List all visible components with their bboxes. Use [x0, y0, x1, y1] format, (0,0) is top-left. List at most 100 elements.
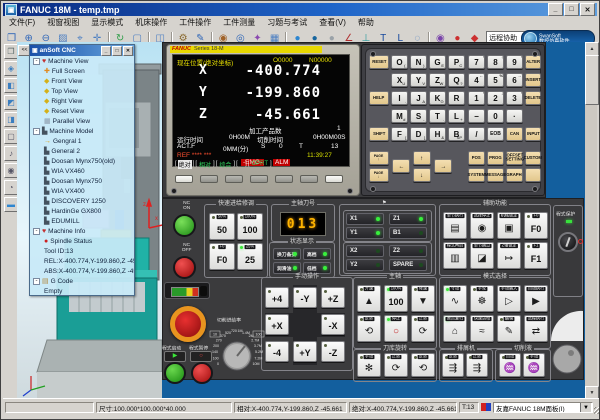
- spindle-100-button[interactable]: 100%100: [384, 285, 408, 312]
- spindle-stop-button[interactable]: 停止○: [384, 315, 408, 342]
- menu-f[interactable]: 文件(F): [3, 17, 41, 28]
- sidebar-item-discovery1250[interactable]: ▙DISCOVERY 1250: [30, 196, 134, 206]
- sidebar-item-resetview[interactable]: ◆Reset View: [30, 106, 134, 116]
- cycle-start-button[interactable]: [164, 362, 186, 384]
- key-9[interactable]: 9′: [506, 55, 523, 69]
- resize-grip[interactable]: [594, 407, 600, 414]
- menu-blank[interactable]: 工件测量: [217, 17, 261, 28]
- key-delete[interactable]: DELETE: [525, 91, 541, 105]
- key-reset[interactable]: RESET: [369, 55, 389, 69]
- key-b[interactable]: BSP: [448, 127, 465, 141]
- indicator-blank[interactable]: 润滑油: [273, 262, 301, 274]
- key-custom[interactable]: CUSTOM: [525, 151, 541, 165]
- sidebar-item-frontview[interactable]: ◆Front View: [30, 76, 134, 86]
- sidebar-item-empty[interactable]: Empty: [30, 286, 134, 295]
- cursor-left-key[interactable]: ←: [392, 159, 410, 173]
- tree-expand-icon[interactable]: -: [33, 278, 40, 285]
- key-j[interactable]: JA: [410, 91, 427, 105]
- key-z[interactable]: ZW: [429, 73, 446, 87]
- jog-z-button[interactable]: +Z: [321, 287, 345, 308]
- axis-led-x2[interactable]: X2: [346, 245, 384, 257]
- sidebar-item-rightview[interactable]: ◆Right View: [30, 96, 134, 106]
- key-r[interactable]: R: [448, 91, 465, 105]
- menu-blank[interactable]: 工件操作: [173, 17, 217, 28]
- key-5[interactable]: 5%: [487, 73, 504, 87]
- key-4[interactable]: 4←: [468, 73, 485, 87]
- coolant-manual-button[interactable]: 手动♒: [523, 353, 545, 377]
- window-icon[interactable]: ❐: [4, 44, 18, 59]
- axis-led-z1[interactable]: Z1: [389, 213, 427, 225]
- program-restart-button[interactable]: 程式再启▥: [443, 242, 467, 269]
- block-skip-button[interactable]: 单节跳过◪: [470, 242, 494, 269]
- rapid-f0-button[interactable]: F0F0: [209, 243, 235, 270]
- machine-lock-button[interactable]: 机械锁定▣: [497, 212, 521, 239]
- softkey-button-3[interactable]: [225, 175, 243, 183]
- monitor-icon[interactable]: ▢: [4, 129, 18, 144]
- axis-led-z2[interactable]: Z2: [389, 245, 427, 257]
- sidebar-item-machineview[interactable]: -♥Machine View: [30, 56, 134, 66]
- key-input[interactable]: INPUT: [525, 127, 541, 141]
- emergency-stop-button[interactable]: [170, 306, 206, 342]
- sidebar-item-spindlestatus[interactable]: ●Spindle Status: [30, 236, 134, 246]
- key-g[interactable]: GE: [429, 55, 446, 69]
- home-mode-button[interactable]: 原点复归⌂: [443, 315, 467, 342]
- softkey-button-4[interactable]: [250, 175, 268, 183]
- minimize-button[interactable]: _: [548, 3, 563, 16]
- key-blank[interactable]: −: [468, 109, 485, 123]
- key-blank[interactable]: [525, 168, 541, 182]
- tree-close-button[interactable]: ✕: [123, 46, 133, 56]
- magazine-cw-button[interactable]: 正转⟳: [384, 353, 408, 377]
- menu-blank[interactable]: 习题与考试: [261, 17, 313, 28]
- key-t[interactable]: T.: [429, 109, 446, 123]
- close-button[interactable]: ✕: [580, 3, 595, 16]
- sound-icon[interactable]: ♪: [4, 146, 18, 161]
- indicator-blank[interactable]: 高档: [303, 248, 331, 260]
- rapid-50-button[interactable]: 50%50: [209, 213, 235, 240]
- spindle-inc-button[interactable]: 升速▲: [357, 285, 381, 312]
- optional-stop-button[interactable]: 选择停止◉: [470, 212, 494, 239]
- jog-x-button[interactable]: +X: [265, 314, 289, 335]
- magazine-manual-button[interactable]: 手动✻: [357, 353, 381, 377]
- key-offsetsetting[interactable]: OFFSET SETTING: [506, 151, 523, 165]
- key-graph[interactable]: GRAPH: [506, 168, 523, 182]
- key-8[interactable]: 8↑: [487, 55, 504, 69]
- orbit-icon[interactable]: ◔: [4, 180, 18, 195]
- key-o[interactable]: O(: [391, 55, 408, 69]
- key-l[interactable]: L+: [448, 109, 465, 123]
- jog-mode-button[interactable]: 寸动∿: [443, 285, 467, 312]
- axis-led-b1[interactable]: B1: [389, 227, 427, 239]
- indicator-blank[interactable]: 换刀备妥: [273, 248, 301, 260]
- camera-icon[interactable]: ◉: [4, 163, 18, 178]
- sidebar-item-gengral1[interactable]: →Gengral 1: [30, 136, 134, 146]
- indicator-blank[interactable]: 低档: [303, 262, 331, 274]
- softkey-button-6[interactable]: [300, 175, 318, 183]
- key-can[interactable]: CAN: [506, 127, 523, 141]
- sidebar-item-wiavx400[interactable]: ▙WIA VX400: [30, 186, 134, 196]
- key-p[interactable]: PC: [448, 55, 465, 69]
- rapid-100-button[interactable]: 100%100: [237, 213, 263, 240]
- magazine-ccw-button[interactable]: 反转⟲: [411, 353, 435, 377]
- panel-select-combo[interactable]: 友嘉FANUC 18M面板(I) ▼: [493, 402, 593, 413]
- key-s[interactable]: S-: [410, 109, 427, 123]
- cursor-right-key[interactable]: →: [434, 159, 452, 173]
- page-down-key[interactable]: PAGE ↓: [369, 168, 389, 182]
- rapid-25-button[interactable]: 25%25: [237, 243, 263, 270]
- key-m[interactable]: M#: [391, 109, 408, 123]
- sidebar-item-edumill[interactable]: ▙EDUMILL: [30, 216, 134, 226]
- axis-led-x1[interactable]: X1: [346, 213, 384, 225]
- edit-mode-button[interactable]: 编辑✎: [497, 315, 521, 342]
- key-d[interactable]: D]: [410, 127, 427, 141]
- key-pos[interactable]: POS: [468, 151, 485, 165]
- key-f[interactable]: F[: [391, 127, 408, 141]
- key-0[interactable]: 0: [487, 109, 504, 123]
- tree-minimize-button[interactable]: _: [101, 46, 111, 56]
- scroll-thumb[interactable]: [585, 55, 599, 105]
- jog-x-button[interactable]: -X: [321, 314, 345, 335]
- tree-maximize-button[interactable]: □: [112, 46, 122, 56]
- menu-blank[interactable]: 视窗视图: [41, 17, 85, 28]
- tree-title-bar[interactable]: ▣ anSoft CNC _□✕: [30, 45, 134, 56]
- key-i[interactable]: I.: [391, 91, 408, 105]
- axis-led-spare[interactable]: SPARE: [389, 259, 427, 271]
- menu-blank[interactable]: 机床操作: [129, 17, 173, 28]
- softkey-button-1[interactable]: [175, 175, 193, 183]
